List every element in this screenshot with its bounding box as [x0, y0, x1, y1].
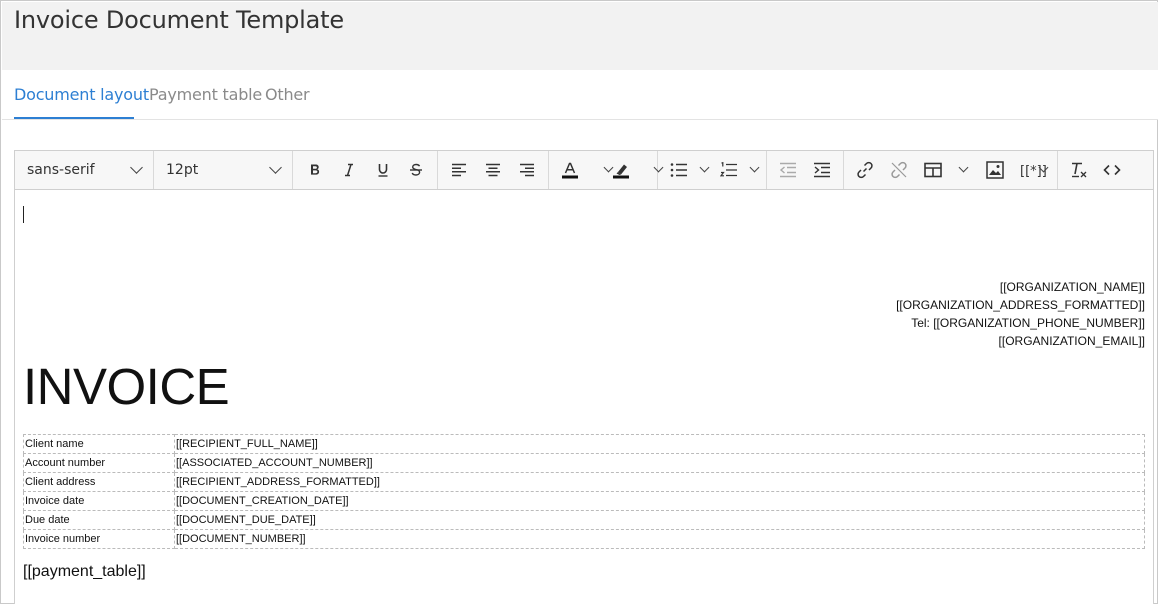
placeholder-menu[interactable]: [[*]] [1020, 162, 1058, 180]
insert-link-button[interactable] [852, 158, 878, 182]
font-family-select[interactable]: sans-serif [15, 151, 154, 189]
misc-group [1058, 151, 1153, 189]
chevron-down-icon [130, 161, 143, 174]
table-row: Invoice date [[DOCUMENT_CREATION_DATE]] [23, 491, 1145, 511]
detail-value: [[ASSOCIATED_ACCOUNT_NUMBER]] [174, 453, 1145, 473]
indent-group [767, 151, 844, 189]
align-center-button[interactable] [480, 158, 506, 182]
active-tab-indicator [14, 117, 134, 119]
outdent-icon [779, 162, 796, 178]
invoice-details-table: Client name [[RECIPIENT_FULL_NAME]] Acco… [23, 434, 1145, 549]
underline-icon [378, 164, 388, 177]
table-row: Invoice number [[DOCUMENT_NUMBER]] [23, 529, 1145, 549]
align-left-icon [452, 163, 466, 177]
bold-icon [311, 164, 320, 175]
detail-value: [[DOCUMENT_CREATION_DATE]] [174, 491, 1145, 511]
detail-label: Account number [23, 453, 175, 473]
font-size-value: 12pt [166, 162, 199, 178]
text-cursor [23, 206, 24, 223]
clear-formatting-button[interactable] [1066, 158, 1092, 182]
source-code-button[interactable] [1099, 158, 1125, 182]
table-icon [924, 162, 942, 178]
table-row: Client name [[RECIPIENT_FULL_NAME]] [23, 434, 1145, 454]
chevron-down-icon[interactable] [749, 162, 760, 173]
link-icon [857, 161, 873, 179]
organization-block: [[ORGANIZATION_NAME]] [[ORGANIZATION_ADD… [896, 278, 1145, 350]
list-group [658, 151, 767, 189]
editor-content[interactable]: [[ORGANIZATION_NAME]] [[ORGANIZATION_ADD… [15, 190, 1153, 604]
indent-button[interactable] [809, 158, 835, 182]
font-size-select[interactable]: 12pt [154, 151, 293, 189]
outdent-button[interactable] [775, 158, 801, 182]
align-center-icon [486, 163, 500, 177]
chevron-down-icon[interactable] [699, 162, 710, 173]
organization-address: [[ORGANIZATION_ADDRESS_FORMATTED]] [896, 298, 1145, 312]
clear-format-icon [1072, 162, 1087, 178]
numbered-list-button[interactable] [716, 158, 742, 182]
italic-icon [345, 163, 353, 177]
unlink-icon [891, 161, 907, 179]
rich-text-editor: sans-serif 12pt [[*]] [[ORGANIZATION_NAM… [14, 150, 1154, 604]
detail-label: Client address [23, 472, 175, 492]
strikethrough-icon [410, 163, 422, 176]
detail-label: Due date [23, 510, 175, 530]
alignment-group [438, 151, 549, 189]
app-frame: Invoice Document Template Document layou… [0, 0, 1158, 604]
chevron-down-icon[interactable] [958, 162, 969, 173]
source-code-icon [1103, 164, 1121, 176]
detail-value: [[RECIPIENT_ADDRESS_FORMATTED]] [174, 472, 1145, 492]
detail-value: [[RECIPIENT_FULL_NAME]] [174, 434, 1145, 454]
text-style-group [293, 151, 438, 189]
tab-document-layout[interactable]: Document layout [14, 85, 149, 104]
remove-link-button[interactable] [886, 158, 912, 182]
tab-payment-table[interactable]: Payment table [149, 85, 262, 104]
bold-button[interactable] [302, 158, 328, 182]
detail-label: Invoice number [23, 529, 175, 549]
table-row: Client address [[RECIPIENT_ADDRESS_FORMA… [23, 472, 1145, 492]
insert-table-button[interactable] [920, 158, 946, 182]
payment-table-placeholder: [[payment_table]] [23, 563, 146, 580]
numbered-list-icon [720, 162, 737, 177]
insert-image-button[interactable] [982, 158, 1008, 182]
insert-group: [[*]] [844, 151, 1058, 189]
font-family-value: sans-serif [27, 162, 95, 178]
table-row: Due date [[DOCUMENT_DUE_DATE]] [23, 510, 1145, 530]
detail-label: Client name [23, 434, 175, 454]
detail-value: [[DOCUMENT_DUE_DATE]] [174, 510, 1145, 530]
color-group [549, 151, 664, 189]
tab-bar: Document layout Payment table Other [2, 70, 1158, 120]
table-row: Account number [[ASSOCIATED_ACCOUNT_NUMB… [23, 453, 1145, 473]
highlight-color-button[interactable] [608, 158, 634, 182]
editor-toolbar: sans-serif 12pt [[*]] [15, 151, 1153, 190]
italic-button[interactable] [336, 158, 362, 182]
image-icon [986, 161, 1004, 179]
highlight-icon [613, 164, 629, 179]
align-left-button[interactable] [446, 158, 472, 182]
detail-value: [[DOCUMENT_NUMBER]] [174, 529, 1145, 549]
strikethrough-button[interactable] [403, 158, 429, 182]
organization-email: [[ORGANIZATION_EMAIL]] [998, 334, 1145, 348]
page-header: Invoice Document Template [2, 2, 1158, 70]
organization-name: [[ORGANIZATION_NAME]] [999, 280, 1145, 294]
align-right-icon [520, 163, 534, 177]
page-title: Invoice Document Template [14, 6, 344, 34]
text-color-icon [562, 162, 578, 179]
bullet-list-icon [670, 163, 687, 177]
detail-label: Invoice date [23, 491, 175, 511]
invoice-heading: INVOICE [23, 358, 230, 415]
organization-phone: Tel: [[ORGANIZATION_PHONE_NUMBER]] [911, 316, 1145, 330]
chevron-down-icon [269, 161, 282, 174]
bullet-list-button[interactable] [666, 158, 692, 182]
tab-other[interactable]: Other [265, 85, 310, 104]
align-right-button[interactable] [514, 158, 540, 182]
text-color-button[interactable] [557, 158, 583, 182]
underline-button[interactable] [370, 158, 396, 182]
indent-icon [814, 162, 830, 178]
